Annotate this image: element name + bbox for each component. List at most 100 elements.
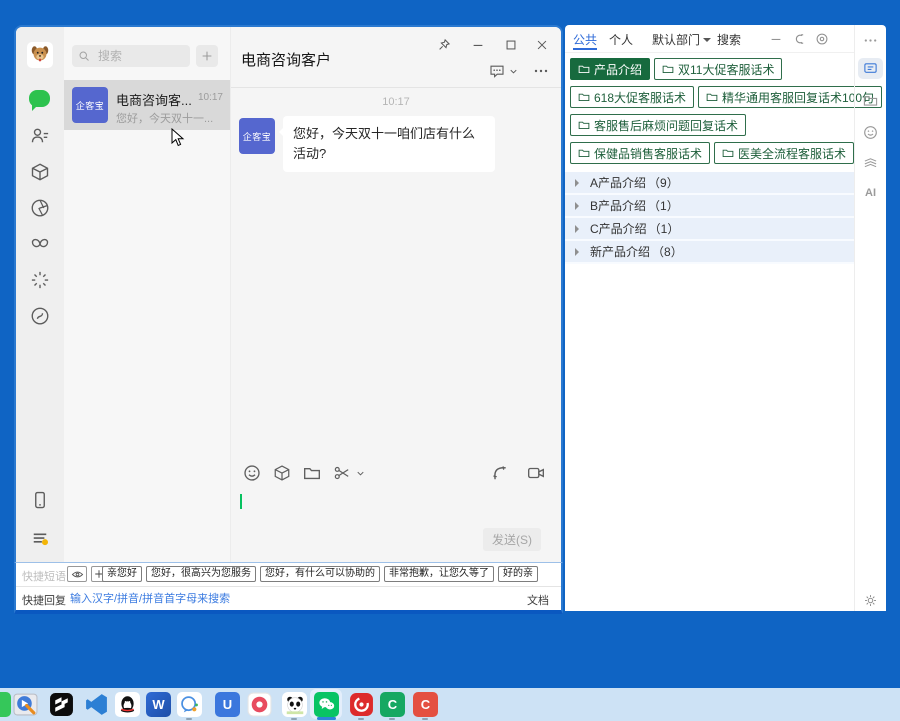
taskbar-icon-red-c-app[interactable]: C — [413, 692, 438, 717]
documents-link[interactable]: 文档 — [527, 592, 549, 608]
message-avatar[interactable]: 企客宝 — [239, 118, 275, 154]
category-button[interactable]: 保健品销售客服话术 — [570, 142, 710, 164]
dock-icon[interactable] — [791, 32, 805, 46]
chat-sessions-icon[interactable] — [489, 63, 505, 79]
chat-list: 企客宝 电商咨询客... 10:17 您好，今天双十一... — [64, 27, 231, 562]
file-transfer-icon[interactable] — [273, 464, 291, 482]
menu-icon[interactable] — [30, 528, 50, 548]
tab-personal[interactable]: 个人 — [609, 31, 633, 48]
taskbar-icon-u-shield-app[interactable]: U — [215, 692, 240, 717]
taskbar-icon-media-player[interactable] — [13, 692, 38, 717]
send-button[interactable]: 发送(S) — [483, 528, 541, 551]
panel-search-button[interactable]: 搜索 — [717, 31, 741, 48]
category-button[interactable]: 618大促客服话术 — [570, 86, 694, 108]
chevron-down-icon[interactable] — [508, 66, 519, 77]
category-label: 医美全流程客服话术 — [738, 145, 846, 162]
category-button-active[interactable]: 产品介绍 — [570, 58, 650, 80]
collections-icon[interactable] — [30, 162, 50, 182]
taskbar-icon-green-c-app[interactable]: C — [380, 692, 405, 717]
screenshot-chevron-icon[interactable] — [355, 468, 366, 479]
contacts-icon[interactable] — [30, 126, 50, 146]
rail-layers-icon[interactable] — [863, 156, 878, 171]
expand-caret-icon — [575, 202, 583, 210]
taskbar-icon-qq[interactable] — [115, 692, 140, 717]
folder-icon — [578, 147, 590, 159]
quick-reply-tool: 快捷短语 亲您好 您好，很高兴为您服务 您好，有什么可以协助的 非常抱歉，让您久… — [14, 562, 563, 614]
pin-icon[interactable] — [437, 38, 451, 52]
running-indicator — [186, 718, 192, 720]
panel-minimize-icon[interactable] — [769, 32, 783, 46]
department-label: 默认部门 — [652, 33, 700, 47]
taskbar-icon-capcut[interactable] — [49, 692, 74, 717]
maximize-icon[interactable] — [504, 38, 518, 52]
script-group-row[interactable]: A产品介绍 （9） — [565, 172, 855, 195]
rail-ai-tab[interactable]: AI — [855, 187, 886, 199]
mobile-icon[interactable] — [30, 490, 50, 510]
phrase-chip[interactable]: 非常抱歉，让您久等了 — [384, 566, 494, 582]
moments-icon[interactable] — [30, 198, 50, 218]
emoji-icon[interactable] — [243, 464, 261, 482]
top-stories-icon[interactable] — [30, 270, 50, 290]
phrase-chip[interactable]: 亲您好 — [102, 566, 142, 582]
channels-icon[interactable] — [30, 234, 50, 254]
taskbar-icon-red-circle-app[interactable] — [349, 692, 374, 717]
taskbar-icon-chat-tool[interactable] — [177, 692, 202, 717]
rail-scripts-tab[interactable] — [858, 58, 883, 79]
phrase-chip[interactable]: 您好，很高兴为您服务 — [146, 566, 256, 582]
quick-reply-label: 快捷回复 — [22, 592, 66, 608]
taskbar-icon-wechat[interactable] — [314, 692, 339, 717]
phrase-chip[interactable]: 您好，有什么可以协助的 — [260, 566, 380, 582]
minimize-icon[interactable] — [471, 38, 485, 52]
department-dropdown[interactable]: 默认部门 — [652, 31, 711, 48]
video-call-icon[interactable] — [527, 464, 545, 482]
user-avatar[interactable] — [27, 42, 53, 68]
more-icon[interactable] — [533, 63, 549, 79]
category-button[interactable]: 医美全流程客服话术 — [714, 142, 854, 164]
group-count: （1） — [649, 220, 680, 237]
screenshot-icon[interactable] — [333, 464, 351, 482]
taskbar-icon-panda-app[interactable] — [282, 692, 307, 717]
phrase-chip[interactable]: 好的亲 — [498, 566, 538, 582]
qq-penguin-icon — [117, 694, 138, 715]
caret-down-icon — [703, 38, 711, 46]
add-chat-button[interactable] — [196, 45, 218, 67]
folder-icon — [578, 63, 590, 75]
settings-icon[interactable] — [815, 32, 829, 46]
rail-more-icon[interactable] — [863, 33, 878, 48]
close-icon[interactable] — [535, 38, 549, 52]
search-channel-icon[interactable] — [30, 306, 50, 326]
script-group-row[interactable]: B产品介绍 （1） — [565, 195, 855, 218]
rail-folder-icon[interactable] — [863, 93, 878, 108]
script-panel: 公共 个人 默认部门 搜索 产品介绍 双11大促客服话术 — [565, 25, 886, 611]
script-bubble-icon — [863, 61, 878, 76]
desktop: 企客宝 电商咨询客... 10:17 您好，今天双十一... 电商咨询客户 10… — [0, 0, 900, 721]
taskbar-icon-clipped-app[interactable] — [0, 692, 11, 717]
category-button[interactable]: 客服售后麻烦问题回复话术 — [570, 114, 746, 136]
chat-time: 10:17 — [198, 92, 223, 103]
folder-icon[interactable] — [303, 464, 321, 482]
chat-list-item[interactable]: 企客宝 电商咨询客... 10:17 您好，今天双十一... — [64, 80, 230, 130]
message-bubble: 您好，今天双十一咱们店有什么活动? — [283, 116, 495, 172]
group-label: B产品介绍 — [590, 197, 646, 214]
conversation-header: 电商咨询客户 — [231, 27, 561, 88]
message-input[interactable]: 发送(S) — [231, 489, 561, 562]
visibility-button[interactable] — [67, 566, 87, 582]
chat-search-input[interactable] — [96, 46, 188, 66]
script-group-row[interactable]: C产品介绍 （1） — [565, 218, 855, 241]
quick-phrase-label: 快捷短语 — [22, 568, 66, 584]
wechat-logo-icon — [316, 694, 337, 715]
rail-settings-icon[interactable] — [863, 593, 878, 608]
script-group-row[interactable]: 新产品介绍 （8） — [565, 241, 855, 264]
quick-reply-search-input[interactable] — [68, 589, 472, 609]
tab-public[interactable]: 公共 — [573, 31, 597, 48]
rail-emoji-icon[interactable] — [863, 125, 878, 140]
category-label: 客服售后麻烦问题回复话术 — [594, 117, 738, 134]
taskbar-icon-red-bubble-app[interactable] — [247, 692, 272, 717]
chat-search[interactable] — [72, 45, 190, 67]
category-button[interactable]: 双11大促客服话术 — [654, 58, 782, 80]
voice-call-icon[interactable] — [491, 464, 509, 482]
conversation-panel: 电商咨询客户 10:17 企客宝 您好，今天双十一咱们店有什么活动? — [231, 27, 561, 562]
chats-icon[interactable] — [29, 90, 50, 107]
taskbar-icon-word[interactable]: W — [146, 692, 171, 717]
taskbar-icon-vscode[interactable] — [84, 692, 109, 717]
